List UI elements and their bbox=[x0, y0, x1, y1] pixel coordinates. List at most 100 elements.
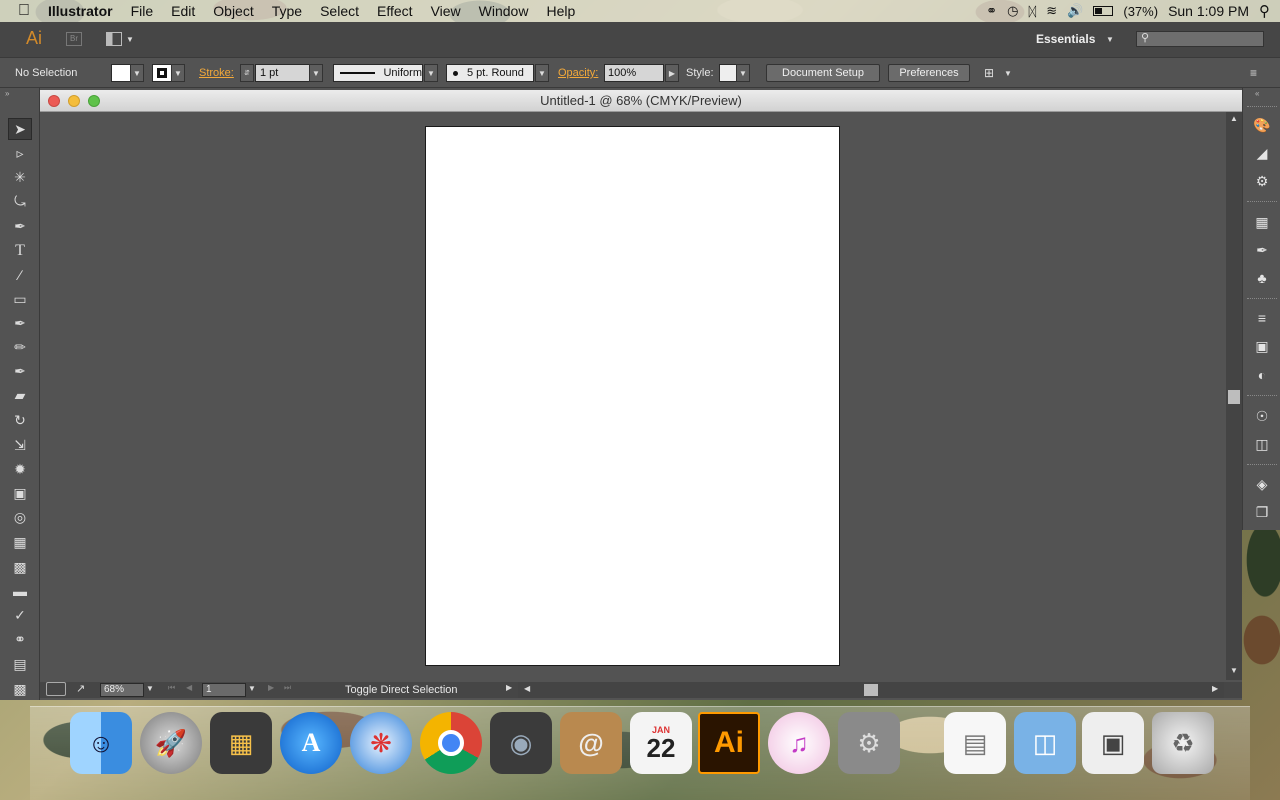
clock[interactable]: Sun 1:09 PM bbox=[1168, 3, 1249, 19]
type-tool-icon[interactable]: T bbox=[8, 240, 32, 262]
panel-collapse-icon[interactable]: » bbox=[5, 89, 9, 98]
artboard-dropdown-icon[interactable]: ▼ bbox=[248, 684, 256, 693]
variable-width-profile[interactable]: Uniform bbox=[333, 64, 423, 82]
share-icon[interactable]: ↗ bbox=[76, 682, 85, 695]
previous-artboard-icon[interactable]: ◀ bbox=[186, 683, 192, 692]
opacity-label[interactable]: Opacity: bbox=[558, 64, 598, 82]
contacts-icon[interactable]: @ bbox=[560, 712, 622, 774]
profile-dropdown-icon[interactable]: ▼ bbox=[424, 64, 438, 82]
finder-icon[interactable]: ☺ bbox=[70, 712, 132, 774]
menu-window[interactable]: Window bbox=[470, 0, 538, 22]
free-transform-tool-icon[interactable]: ▣ bbox=[8, 482, 32, 504]
safari-icon[interactable]: ❋ bbox=[350, 712, 412, 774]
app-menu[interactable]: Illustrator bbox=[39, 0, 122, 22]
fill-swatch[interactable] bbox=[111, 64, 131, 82]
stroke-stepper[interactable]: ⇵ bbox=[240, 64, 254, 82]
app-store-icon[interactable]: A bbox=[280, 712, 342, 774]
panel-dock-collapse-icon[interactable]: « bbox=[1255, 89, 1259, 98]
menu-object[interactable]: Object bbox=[204, 0, 262, 22]
battery-icon[interactable] bbox=[1093, 6, 1114, 16]
scroll-up-icon[interactable]: ▲ bbox=[1230, 114, 1238, 123]
document-title-bar[interactable]: Untitled-1 @ 68% (CMYK/Preview) bbox=[40, 90, 1242, 112]
blend-tool-icon[interactable]: ⚭ bbox=[8, 628, 32, 650]
color-guide-panel-icon[interactable]: ◢ bbox=[1252, 143, 1272, 163]
gpu-performance-icon[interactable] bbox=[46, 682, 66, 696]
document-stack-icon[interactable]: ▤ bbox=[944, 712, 1006, 774]
kuler-panel-icon[interactable]: ⚙ bbox=[1252, 171, 1272, 191]
control-panel-menu-icon[interactable]: ≡ bbox=[1250, 64, 1257, 82]
shape-builder-tool-icon[interactable]: ◎ bbox=[8, 506, 32, 528]
layers-panel-icon[interactable]: ◈ bbox=[1252, 474, 1272, 494]
menu-edit[interactable]: Edit bbox=[162, 0, 204, 22]
artboard[interactable] bbox=[425, 126, 840, 666]
rotate-tool-icon[interactable]: ↻ bbox=[8, 409, 32, 431]
magic-wand-tool-icon[interactable]: ✳ bbox=[8, 166, 32, 188]
volume-icon[interactable]: 🔊 bbox=[1067, 3, 1083, 19]
selection-tool-icon[interactable]: ➤ bbox=[8, 118, 32, 140]
gradient-tool-icon[interactable]: ▬ bbox=[8, 580, 32, 602]
arrange-dropdown-icon[interactable]: ▼ bbox=[126, 35, 134, 44]
perspective-grid-tool-icon[interactable]: ▦ bbox=[8, 531, 32, 553]
appearance-panel-icon[interactable]: ☉ bbox=[1252, 406, 1272, 426]
vertical-scrollbar[interactable]: ▲ ▼ bbox=[1226, 112, 1242, 680]
style-dropdown-icon[interactable]: ▼ bbox=[736, 64, 750, 82]
lasso-tool-icon[interactable]: ⤿ bbox=[8, 190, 32, 212]
brushes-panel-icon[interactable]: ✒ bbox=[1252, 240, 1272, 260]
rectangle-tool-icon[interactable]: ▭ bbox=[8, 288, 32, 310]
workspace-dropdown-icon[interactable]: ▼ bbox=[1106, 35, 1114, 44]
bluetooth-icon[interactable]: ᛞ bbox=[1028, 4, 1036, 19]
brush-definition[interactable]: 5 pt. Round bbox=[446, 64, 534, 82]
downloads-stack-icon[interactable]: ▣ bbox=[1082, 712, 1144, 774]
opacity-input[interactable]: 100% bbox=[604, 64, 664, 82]
zoom-level-input[interactable]: 68% bbox=[100, 683, 144, 697]
wifi-icon[interactable]: ≋ bbox=[1046, 3, 1057, 19]
chrome-icon[interactable] bbox=[420, 712, 482, 774]
launchpad-icon[interactable]: 🚀 bbox=[140, 712, 202, 774]
system-preferences-icon[interactable]: ⚙ bbox=[838, 712, 900, 774]
bridge-button[interactable]: Br bbox=[66, 32, 82, 46]
apple-menu-icon[interactable]:  bbox=[0, 0, 39, 22]
document-setup-button[interactable]: Document Setup bbox=[766, 64, 880, 82]
menu-help[interactable]: Help bbox=[537, 0, 584, 22]
column-graph-tool-icon[interactable]: ▩ bbox=[8, 678, 32, 700]
illustrator-dock-icon[interactable]: Ai bbox=[698, 712, 760, 774]
stroke-weight-dropdown-icon[interactable]: ▼ bbox=[309, 64, 323, 82]
arrange-dropdown-icon[interactable]: ▼ bbox=[1004, 64, 1012, 82]
opacity-slider-icon[interactable]: ▶ bbox=[665, 64, 679, 82]
scroll-down-icon[interactable]: ▼ bbox=[1230, 666, 1238, 675]
trash-icon[interactable]: ♻ bbox=[1152, 712, 1214, 774]
last-artboard-icon[interactable]: ⏭ bbox=[284, 683, 291, 693]
pen-tool-icon[interactable]: ✒ bbox=[8, 215, 32, 237]
artboard-number-input[interactable]: 1 bbox=[202, 683, 246, 697]
transparency-panel-icon[interactable]: ◐ bbox=[1252, 365, 1272, 385]
swatches-panel-icon[interactable]: ▦ bbox=[1252, 212, 1272, 232]
zoom-dropdown-icon[interactable]: ▼ bbox=[146, 684, 154, 693]
calendar-icon[interactable]: JAN 22 bbox=[630, 712, 692, 774]
symbols-panel-icon[interactable]: ♣ bbox=[1252, 268, 1272, 288]
arrange-documents-icon[interactable] bbox=[106, 32, 122, 46]
menu-file[interactable]: File bbox=[122, 0, 163, 22]
first-artboard-icon[interactable]: ⏮ bbox=[168, 683, 175, 693]
fill-dropdown-icon[interactable]: ▼ bbox=[130, 64, 144, 82]
eyedropper-tool-icon[interactable]: ✓ bbox=[8, 604, 32, 626]
vertical-scroll-thumb[interactable] bbox=[1228, 390, 1240, 404]
style-swatch[interactable] bbox=[719, 64, 737, 82]
minimize-window-button[interactable] bbox=[68, 95, 80, 107]
status-menu-icon[interactable]: ▶ bbox=[506, 683, 512, 692]
pencil-tool-icon[interactable]: ✏ bbox=[8, 336, 32, 358]
menu-select[interactable]: Select bbox=[311, 0, 368, 22]
preferences-button[interactable]: Preferences bbox=[888, 64, 970, 82]
scale-tool-icon[interactable]: ⇲ bbox=[8, 434, 32, 456]
folder-stack-icon[interactable]: ◫ bbox=[1014, 712, 1076, 774]
scroll-right-icon[interactable]: ▶ bbox=[1212, 684, 1218, 693]
stroke-label[interactable]: Stroke: bbox=[199, 64, 234, 82]
facetime-icon[interactable]: ◉ bbox=[490, 712, 552, 774]
color-panel-icon[interactable]: 🎨 bbox=[1252, 115, 1272, 135]
gradient-panel-icon[interactable]: ▣ bbox=[1252, 336, 1272, 356]
brush-dropdown-icon[interactable]: ▼ bbox=[535, 64, 549, 82]
help-search-input[interactable]: ⚲ bbox=[1136, 31, 1264, 47]
stroke-color-dropdown-icon[interactable]: ▼ bbox=[171, 64, 185, 82]
menu-effect[interactable]: Effect bbox=[368, 0, 422, 22]
stroke-weight-input[interactable]: 1 pt bbox=[255, 64, 310, 82]
paintbrush-tool-icon[interactable]: ✒ bbox=[8, 312, 32, 334]
